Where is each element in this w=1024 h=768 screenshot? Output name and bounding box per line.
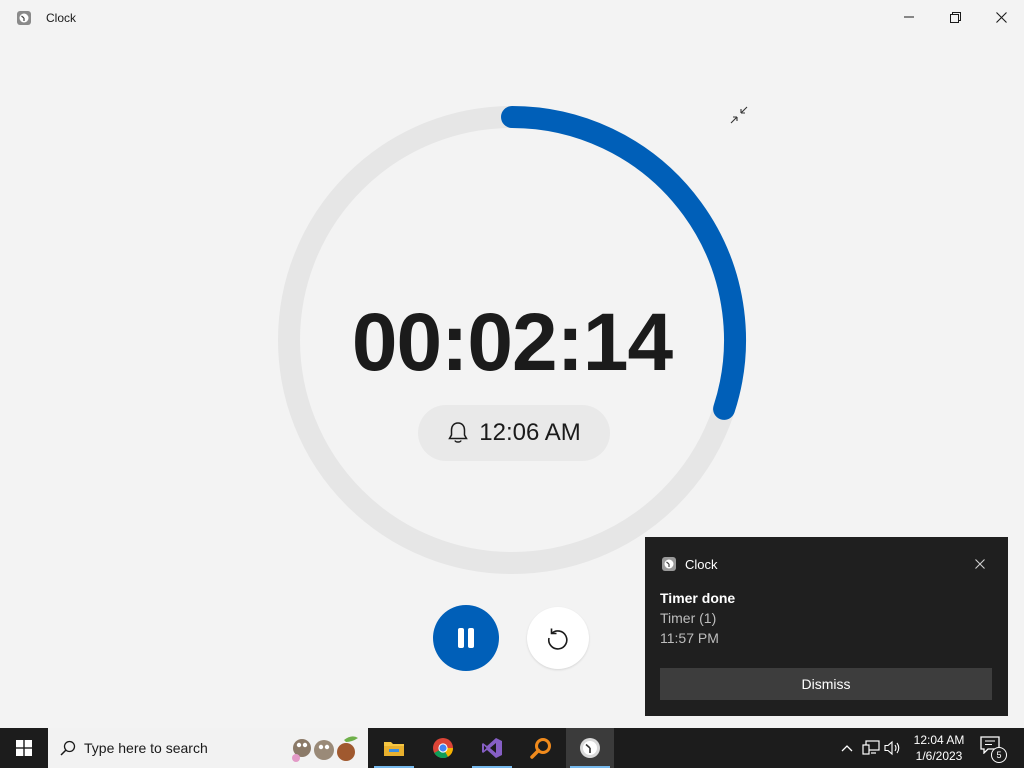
file-explorer-icon (384, 742, 404, 756)
taskbar-search-box[interactable]: Type here to search (48, 728, 368, 768)
pause-icon (458, 628, 474, 648)
notification-timer-name: Timer (1) (660, 610, 717, 626)
taskbar-search-tool[interactable] (517, 728, 565, 768)
magnifier-app-icon (530, 738, 551, 759)
network-button[interactable] (862, 739, 880, 757)
clock-app-icon (580, 738, 600, 758)
pause-button[interactable] (433, 605, 499, 671)
notification-title: Timer done (660, 590, 736, 606)
notification-app-name: Clock (685, 557, 718, 572)
reset-icon (548, 628, 568, 650)
search-highlight-illustration (292, 736, 358, 762)
search-placeholder: Type here to search (84, 740, 208, 756)
alarm-time: 12:06 AM (479, 419, 581, 446)
search-icon (60, 740, 76, 756)
notification-close-button[interactable] (970, 554, 990, 574)
remaining-time: 00:02:14 (351, 297, 673, 388)
windows-logo-icon (16, 740, 32, 756)
action-center-button[interactable]: 5 (980, 736, 1007, 763)
notification-count-badge: 5 (991, 747, 1007, 763)
reset-button[interactable] (527, 607, 589, 669)
taskbar-visual-studio[interactable] (468, 728, 516, 768)
taskbar-chrome[interactable] (419, 728, 467, 768)
alarm-time-pill: 12:06 AM (418, 405, 610, 461)
notification-time: 11:57 PM (660, 630, 719, 646)
bell-icon (448, 422, 469, 443)
taskbar-file-explorer[interactable] (370, 728, 418, 768)
chevron-up-icon (841, 745, 853, 752)
close-icon (975, 559, 985, 569)
clock-app-icon (662, 557, 676, 571)
taskbar-clock-display[interactable]: 12:04 AM 1/6/2023 (908, 732, 970, 764)
taskbar: Type here to search 12:04 AM 1/6/2023 5 (0, 728, 1024, 768)
chrome-icon (433, 738, 454, 759)
volume-button[interactable] (884, 739, 902, 757)
timer-done-notification: Clock Timer done Timer (1) 11:57 PM Dism… (645, 537, 1008, 716)
network-icon (862, 740, 880, 755)
taskbar-clock[interactable] (566, 728, 614, 768)
start-button[interactable] (0, 728, 48, 768)
taskbar-date: 1/6/2023 (915, 749, 963, 763)
dismiss-button[interactable]: Dismiss (660, 668, 992, 700)
visual-studio-icon (482, 738, 502, 758)
taskbar-time: 12:04 AM (913, 733, 965, 747)
volume-icon (884, 740, 900, 756)
show-hidden-icons-button[interactable] (838, 739, 856, 757)
